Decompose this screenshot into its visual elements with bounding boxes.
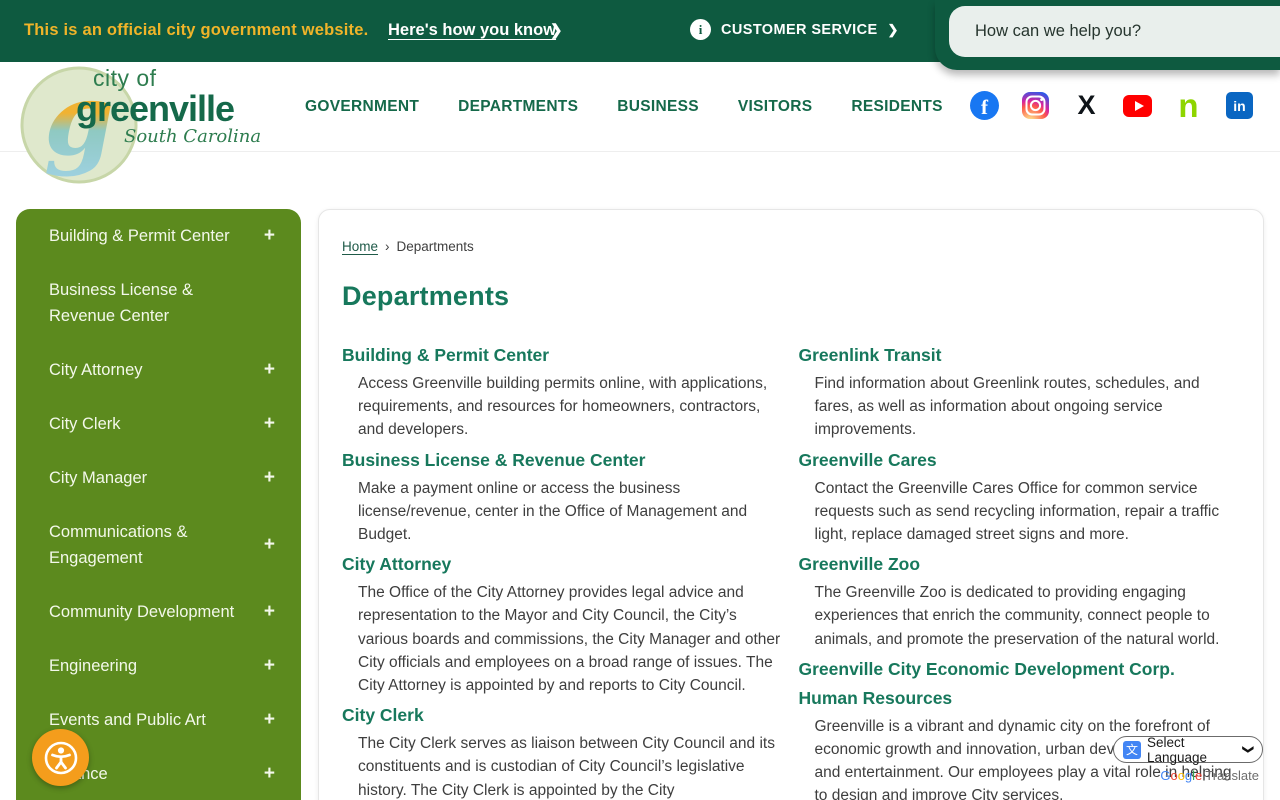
main-nav: GOVERNMENT DEPARTMENTS BUSINESS VISITORS… [305,98,943,116]
dept-link[interactable]: Greenville City Economic Development Cor… [799,659,1240,680]
sidebar-item-engineering[interactable]: Engineering + [16,639,301,693]
expand-plus-icon[interactable]: + [264,413,275,435]
instagram-icon[interactable] [1021,91,1050,120]
youtube-icon[interactable] [1123,91,1152,120]
page-title: Departments [342,281,510,311]
logo-south-carolina: South Carolina [124,126,262,147]
dept-description: The Office of the City Attorney provides… [358,584,781,695]
departments-column-left: Building & Permit Center Access Greenvil… [342,337,783,800]
dept-link[interactable]: City Clerk [342,705,783,726]
departments-column-right: Greenlink Transit Find information about… [799,337,1240,800]
departments-columns: Building & Permit Center Access Greenvil… [342,337,1239,800]
logo-wordmark[interactable]: city of greenville South Carolina [76,67,261,146]
dept-city-clerk: City Clerk The City Clerk serves as liai… [342,705,783,800]
google-translate-attribution: Google Translate [1160,768,1259,783]
breadcrumb-home-link[interactable]: Home [342,239,378,254]
nav-item-departments[interactable]: DEPARTMENTS [458,98,578,116]
breadcrumb-current: Departments [396,239,474,254]
dept-description: Contact the Greenville Cares Office for … [814,479,1220,544]
dept-description: Make a payment online or access the busi… [358,479,748,544]
dept-city-attorney: City Attorney The Office of the City Att… [342,554,783,697]
facebook-icon[interactable]: f [970,91,999,120]
dept-greenville-cares: Greenville Cares Contact the Greenville … [799,450,1240,547]
expand-plus-icon[interactable]: + [264,359,275,381]
dept-link[interactable]: Greenlink Transit [799,345,1240,366]
breadcrumb: Home › Departments [342,239,1239,254]
nav-item-business[interactable]: BUSINESS [617,98,699,116]
dept-link[interactable]: Business License & Revenue Center [342,450,783,471]
dept-greenlink-transit: Greenlink Transit Find information about… [799,345,1240,442]
expand-plus-icon[interactable]: + [264,467,275,489]
x-twitter-icon[interactable]: X [1072,91,1101,120]
dept-greenville-zoo: Greenville Zoo The Greenville Zoo is ded… [799,554,1240,651]
accessibility-button[interactable] [32,729,89,786]
dept-link[interactable]: Greenville Zoo [799,554,1240,575]
sidebar-item-city-attorney[interactable]: City Attorney + [16,343,301,397]
customer-service-label: CUSTOMER SERVICE [721,21,878,38]
sidebar-item-building-permit-center[interactable]: Building & Permit Center + [16,209,301,263]
info-icon: i [690,19,711,40]
dept-business-license-revenue-center: Business License & Revenue Center Make a… [342,450,783,547]
google-translate-widget: 文 Select Language ❯ Google Translate [1113,734,1263,783]
dept-link[interactable]: City Attorney [342,554,783,575]
nav-item-residents[interactable]: RESIDENTS [851,98,942,116]
dept-description: Access Greenville building permits onlin… [358,375,768,439]
dept-description: The Greenville Zoo is dedicated to provi… [814,584,1220,648]
linkedin-icon[interactable]: in [1225,91,1254,120]
departments-sidebar: Building & Permit Center + Business Lice… [16,209,301,800]
social-links: f X n in [970,89,1254,122]
dept-description: Find information about Greenlink routes,… [814,375,1200,439]
expand-plus-icon[interactable]: + [264,601,275,623]
how-you-know-link[interactable]: Here's how you know [388,21,556,40]
expand-plus-icon[interactable]: + [264,709,275,731]
sidebar-item-communications-engagement[interactable]: Communications & Engagement + [16,505,301,585]
sidebar-item-community-development[interactable]: Community Development + [16,585,301,639]
dept-link[interactable]: Building & Permit Center [342,345,783,366]
language-select-dropdown[interactable]: 文 Select Language ❯ [1113,734,1263,765]
expand-plus-icon[interactable]: + [264,534,275,556]
breadcrumb-separator: › [385,239,390,254]
official-banner-text: This is an official city government webs… [24,21,369,39]
sidebar-item-city-manager[interactable]: City Manager + [16,451,301,505]
main-content: Home › Departments Departments Building … [318,209,1264,800]
expand-plus-icon[interactable]: + [264,225,275,247]
sidebar-item-city-clerk[interactable]: City Clerk + [16,397,301,451]
expand-plus-icon[interactable]: + [264,763,275,785]
logo-city-of: city of [93,65,157,91]
accessibility-person-icon [44,741,77,774]
chevron-right-icon: ❯ [887,21,899,37]
search-container: How can we help you? [935,0,1280,70]
search-input[interactable]: How can we help you? [949,6,1280,57]
language-select-label: Select Language [1147,734,1208,765]
dept-description: The City Clerk serves as liaison between… [358,735,775,799]
official-banner: This is an official city government webs… [0,0,1280,70]
site-header: g city of greenville South Carolina GOVE… [0,60,1280,184]
dept-link[interactable]: Human Resources [799,688,1240,709]
dept-building-permit-center: Building & Permit Center Access Greenvil… [342,345,783,442]
logo-greenville: greenville [76,88,235,129]
chevron-right-icon[interactable]: ❯ [550,21,563,39]
nextdoor-icon[interactable]: n [1174,89,1203,122]
dept-link[interactable]: Greenville Cares [799,450,1240,471]
chevron-down-icon: ❯ [1241,744,1254,755]
google-translate-icon: 文 [1123,740,1141,759]
expand-plus-icon[interactable]: + [264,655,275,677]
translate-word: Translate [1205,768,1259,783]
dept-greenville-city-economic-development-corp: Greenville City Economic Development Cor… [799,659,1240,680]
sidebar-item-business-license-revenue-center[interactable]: Business License & Revenue Center [16,263,301,343]
nav-item-government[interactable]: GOVERNMENT [305,98,419,116]
customer-service-link[interactable]: i CUSTOMER SERVICE ❯ [690,19,898,40]
nav-item-visitors[interactable]: VISITORS [738,98,812,116]
